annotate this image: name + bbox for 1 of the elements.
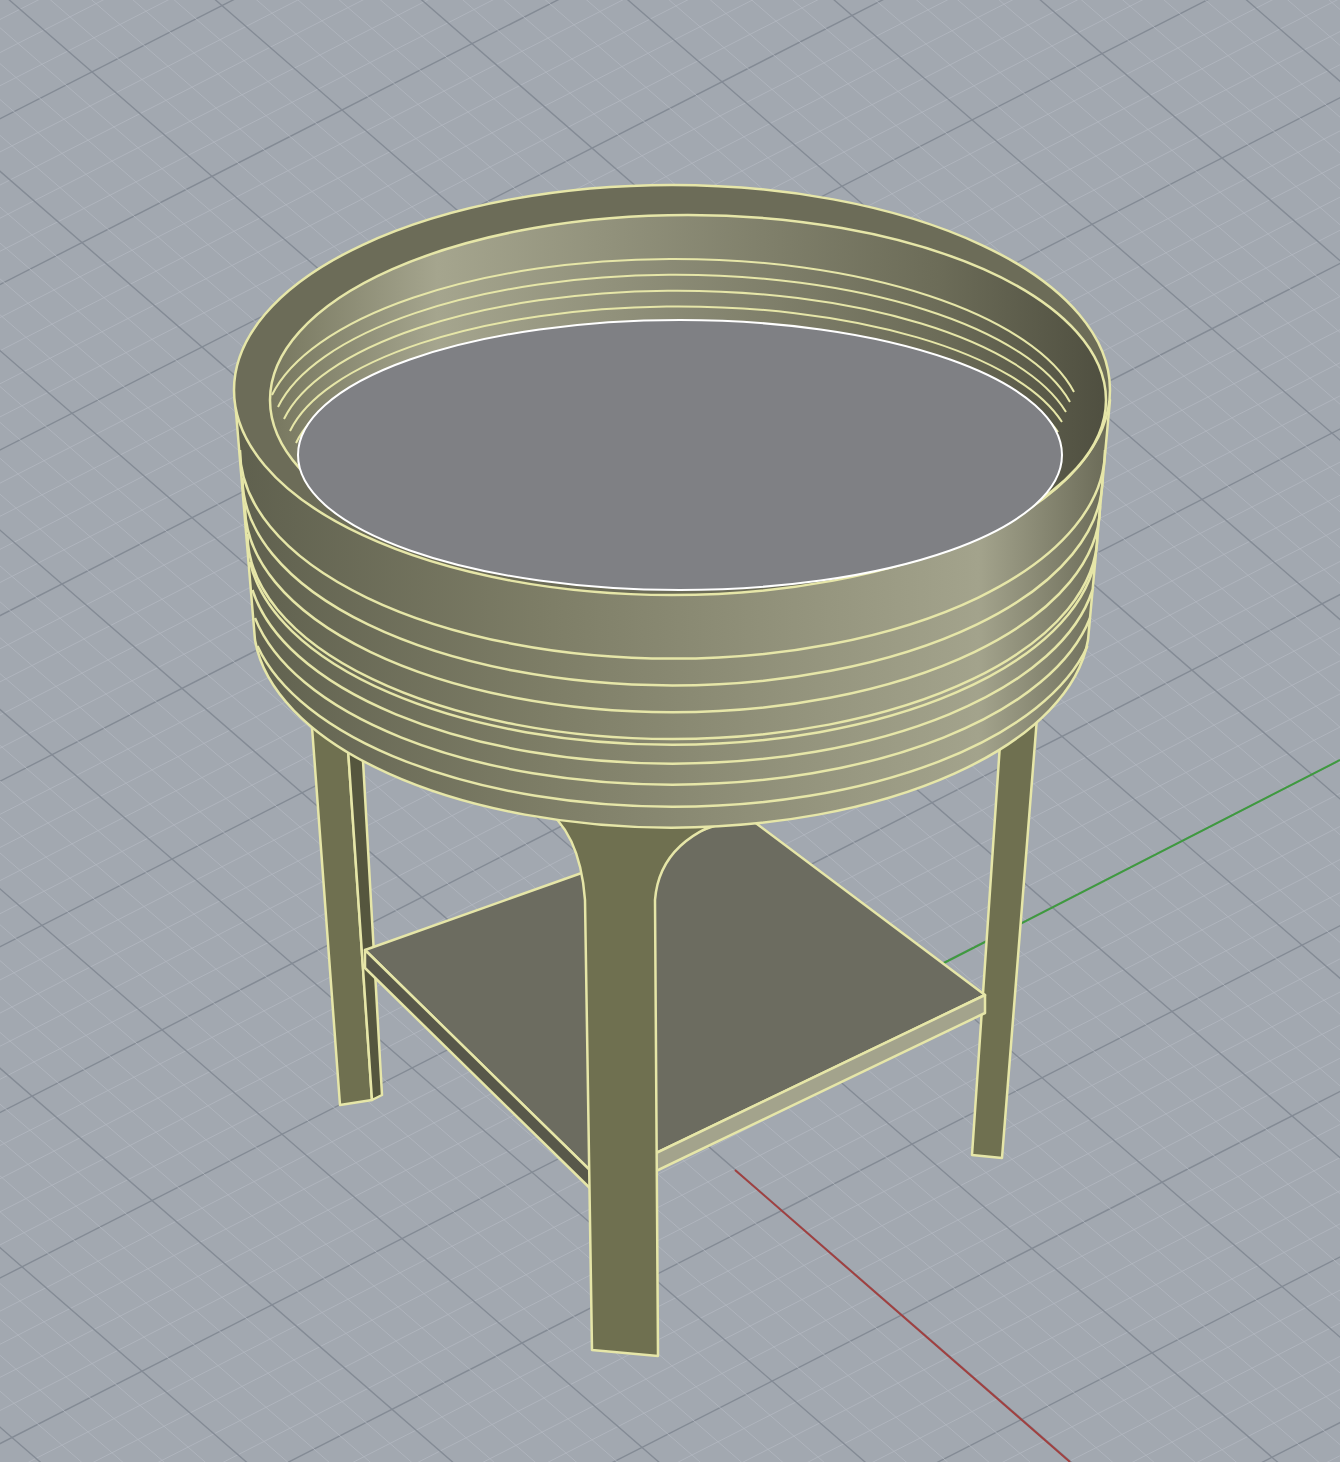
viewport[interactable] <box>0 0 1340 1462</box>
